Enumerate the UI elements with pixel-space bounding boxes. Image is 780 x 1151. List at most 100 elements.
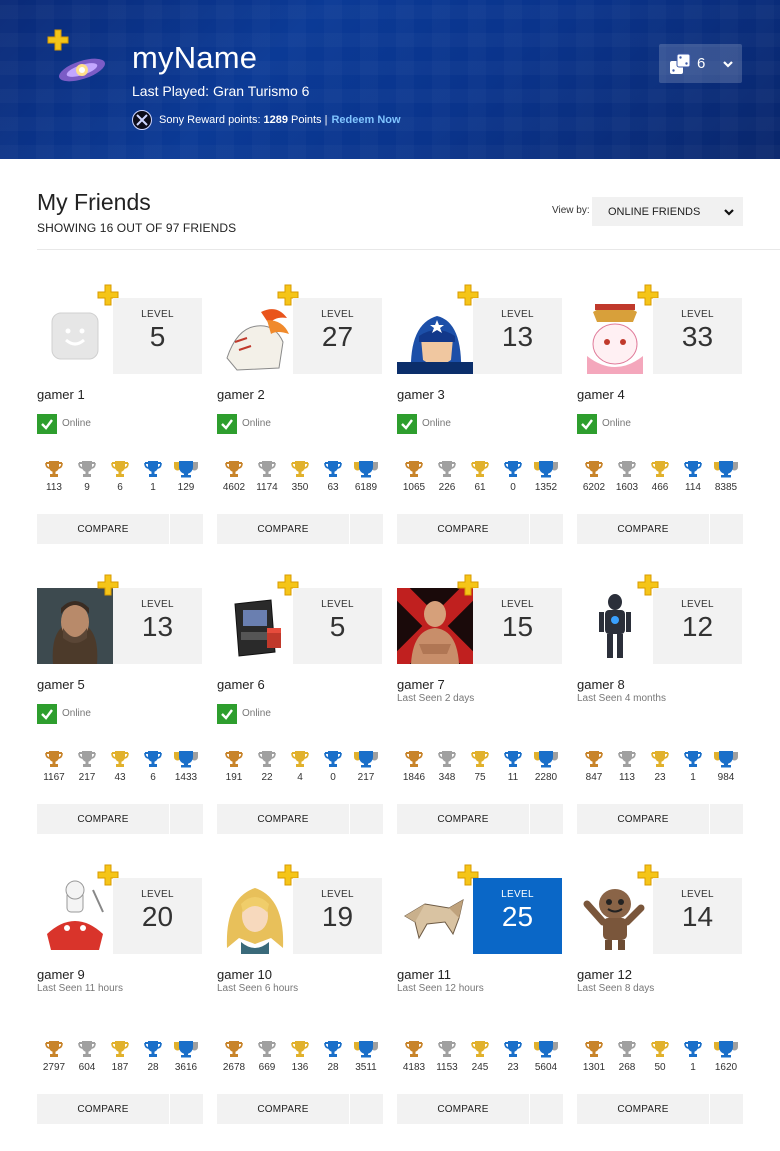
trophy-count: 187 [111, 1062, 129, 1073]
trophy-count: 6202 [582, 482, 606, 493]
gold-trophy-icon [283, 750, 317, 768]
trophy-count: 1301 [582, 1062, 606, 1073]
trophy-count: 1153 [436, 1062, 458, 1073]
compare-button[interactable]: COMPARE [37, 1094, 203, 1124]
trophy-stat: 9 [70, 460, 104, 493]
gamer-name[interactable]: gamer 11 [397, 967, 451, 982]
gold-trophy-icon [283, 460, 317, 478]
origami-avatar-icon[interactable] [397, 878, 473, 954]
friend-card[interactable]: LEVEL 33 gamer 4 Online 6202 1603 466 114 8385 CO… [577, 250, 743, 544]
gamer-name[interactable]: gamer 1 [37, 387, 85, 402]
level-number: 33 [681, 321, 714, 352]
friend-card[interactable]: LEVEL 12 gamer 8 Last Seen 4 months 847 113 23… [577, 540, 743, 834]
bronze-trophy-icon [577, 750, 611, 768]
trophy-count: 191 [225, 772, 243, 783]
compare-button[interactable]: COMPARE [577, 1094, 743, 1124]
bronze-trophy-icon [37, 750, 71, 768]
checkmark-icon [217, 413, 237, 434]
compare-button[interactable]: COMPARE [217, 1094, 383, 1124]
trophy-counts: 1301 268 50 1 1620 [577, 1040, 743, 1080]
trophy-count: 9 [84, 482, 90, 493]
level-label: LEVEL [501, 309, 534, 320]
trophy-count: 6189 [354, 482, 378, 493]
chef-avatar-icon[interactable] [37, 878, 113, 954]
gamer-name[interactable]: gamer 3 [397, 387, 445, 402]
wolf-avatar-icon[interactable] [217, 298, 293, 374]
total-trophy-icon [709, 750, 743, 768]
trophy-count: 2797 [42, 1062, 66, 1073]
man-avatar-icon[interactable] [37, 588, 113, 664]
gamer-name[interactable]: gamer 7 [397, 677, 445, 692]
friend-card[interactable]: LEVEL 13 gamer 5 Online 1167 217 43 6 1433 COMPAR… [37, 540, 203, 834]
viewby-value: ONLINE FRIENDS [608, 205, 701, 218]
trophy-stat: 1603 [610, 460, 644, 493]
trophy-count: 1603 [615, 482, 639, 493]
trophy-count: 23 [654, 772, 666, 783]
captain-avatar-icon[interactable] [397, 298, 473, 374]
friend-card[interactable]: LEVEL 27 gamer 2 Online 4602 1174 350 63 6189 COM… [217, 250, 383, 544]
arcade-avatar-icon[interactable] [217, 588, 293, 664]
trophy-count: 984 [717, 772, 735, 783]
trophy-stat: 1167 [37, 750, 71, 783]
gamer-name[interactable]: gamer 12 [577, 967, 632, 982]
gamer-name[interactable]: gamer 4 [577, 387, 625, 402]
friend-card[interactable]: LEVEL 14 gamer 12 Last Seen 8 days 1301 268 50… [577, 830, 743, 1124]
friend-card[interactable]: LEVEL 13 gamer 3 Online 1065 226 61 0 1352 COMPAR… [397, 250, 563, 544]
trophy-stat: 217 [70, 750, 104, 783]
sackboy-avatar-icon[interactable] [577, 878, 653, 954]
level-number: 12 [681, 611, 714, 642]
robot-avatar-icon[interactable] [577, 588, 653, 664]
trophy-counts: 847 113 23 1 984 [577, 750, 743, 790]
trophy-stat: 217 [349, 750, 383, 783]
friend-card[interactable]: LEVEL 20 gamer 9 Last Seen 11 hours 2797 604 1… [37, 830, 203, 1124]
last-seen-text: Last Seen 8 days [577, 983, 655, 994]
ps-plus-icon [47, 29, 69, 51]
blonde-avatar-icon[interactable] [217, 878, 293, 954]
smiley-avatar-icon[interactable] [37, 298, 113, 374]
friend-card[interactable]: LEVEL 5 gamer 1 Online 113 9 6 1 129 COMPARE [37, 250, 203, 544]
trophy-stat: 136 [283, 1040, 317, 1073]
viewby-label: View by: [552, 205, 590, 216]
friend-card[interactable]: LEVEL 15 gamer 7 Last Seen 2 days 1846 348 75 1… [397, 540, 563, 834]
trophy-stat: 50 [643, 1040, 677, 1073]
gamer-name[interactable]: gamer 6 [217, 677, 265, 692]
friends-dropdown-button[interactable]: 6 [659, 44, 742, 83]
viewby-select[interactable]: ONLINE FRIENDS [592, 197, 743, 226]
trophy-count: 669 [258, 1062, 276, 1073]
level-label: LEVEL [321, 889, 354, 900]
friend-card[interactable]: LEVEL 19 gamer 10 Last Seen 6 hours 2678 669 1… [217, 830, 383, 1124]
gold-trophy-icon [463, 1040, 497, 1058]
gold-trophy-icon [643, 1040, 677, 1058]
gamer-name[interactable]: gamer 2 [217, 387, 265, 402]
bronze-trophy-icon [397, 750, 431, 768]
trophy-stat: 4183 [397, 1040, 431, 1073]
wrestler-avatar-icon[interactable] [397, 588, 473, 664]
gamer-name[interactable]: gamer 8 [577, 677, 625, 692]
trophy-stat: 1846 [397, 750, 431, 783]
silver-trophy-icon [610, 750, 644, 768]
trophy-count: 217 [357, 772, 375, 783]
level-label: LEVEL [141, 889, 174, 900]
redeem-link[interactable]: Redeem Now [331, 114, 400, 126]
trophy-stat: 1620 [709, 1040, 743, 1073]
gamer-name[interactable]: gamer 9 [37, 967, 85, 982]
trophy-count: 23 [507, 1062, 519, 1073]
bronze-trophy-icon [37, 1040, 71, 1058]
status-text: Online [242, 418, 271, 429]
trophy-stat: 75 [463, 750, 497, 783]
bunny-avatar-icon[interactable] [577, 298, 653, 374]
gamer-name[interactable]: gamer 5 [37, 677, 85, 692]
online-status: Online [217, 703, 271, 724]
silver-trophy-icon [70, 750, 104, 768]
galaxy-avatar-icon[interactable] [54, 44, 110, 92]
compare-button[interactable]: COMPARE [397, 1094, 563, 1124]
friend-card[interactable]: LEVEL 25 gamer 11 Last Seen 12 hours 4183 115… [397, 830, 563, 1124]
friend-card[interactable]: LEVEL 5 gamer 6 Online 191 22 4 0 217 COMPARE [217, 540, 383, 834]
platinum-trophy-icon [676, 460, 710, 478]
online-status: Online [37, 703, 91, 724]
gamer-name[interactable]: gamer 10 [217, 967, 272, 982]
trophy-count: 136 [291, 1062, 309, 1073]
trophy-stat: 466 [643, 460, 677, 493]
last-played: Last Played: Gran Turismo 6 [132, 83, 310, 99]
total-trophy-icon [169, 460, 203, 478]
